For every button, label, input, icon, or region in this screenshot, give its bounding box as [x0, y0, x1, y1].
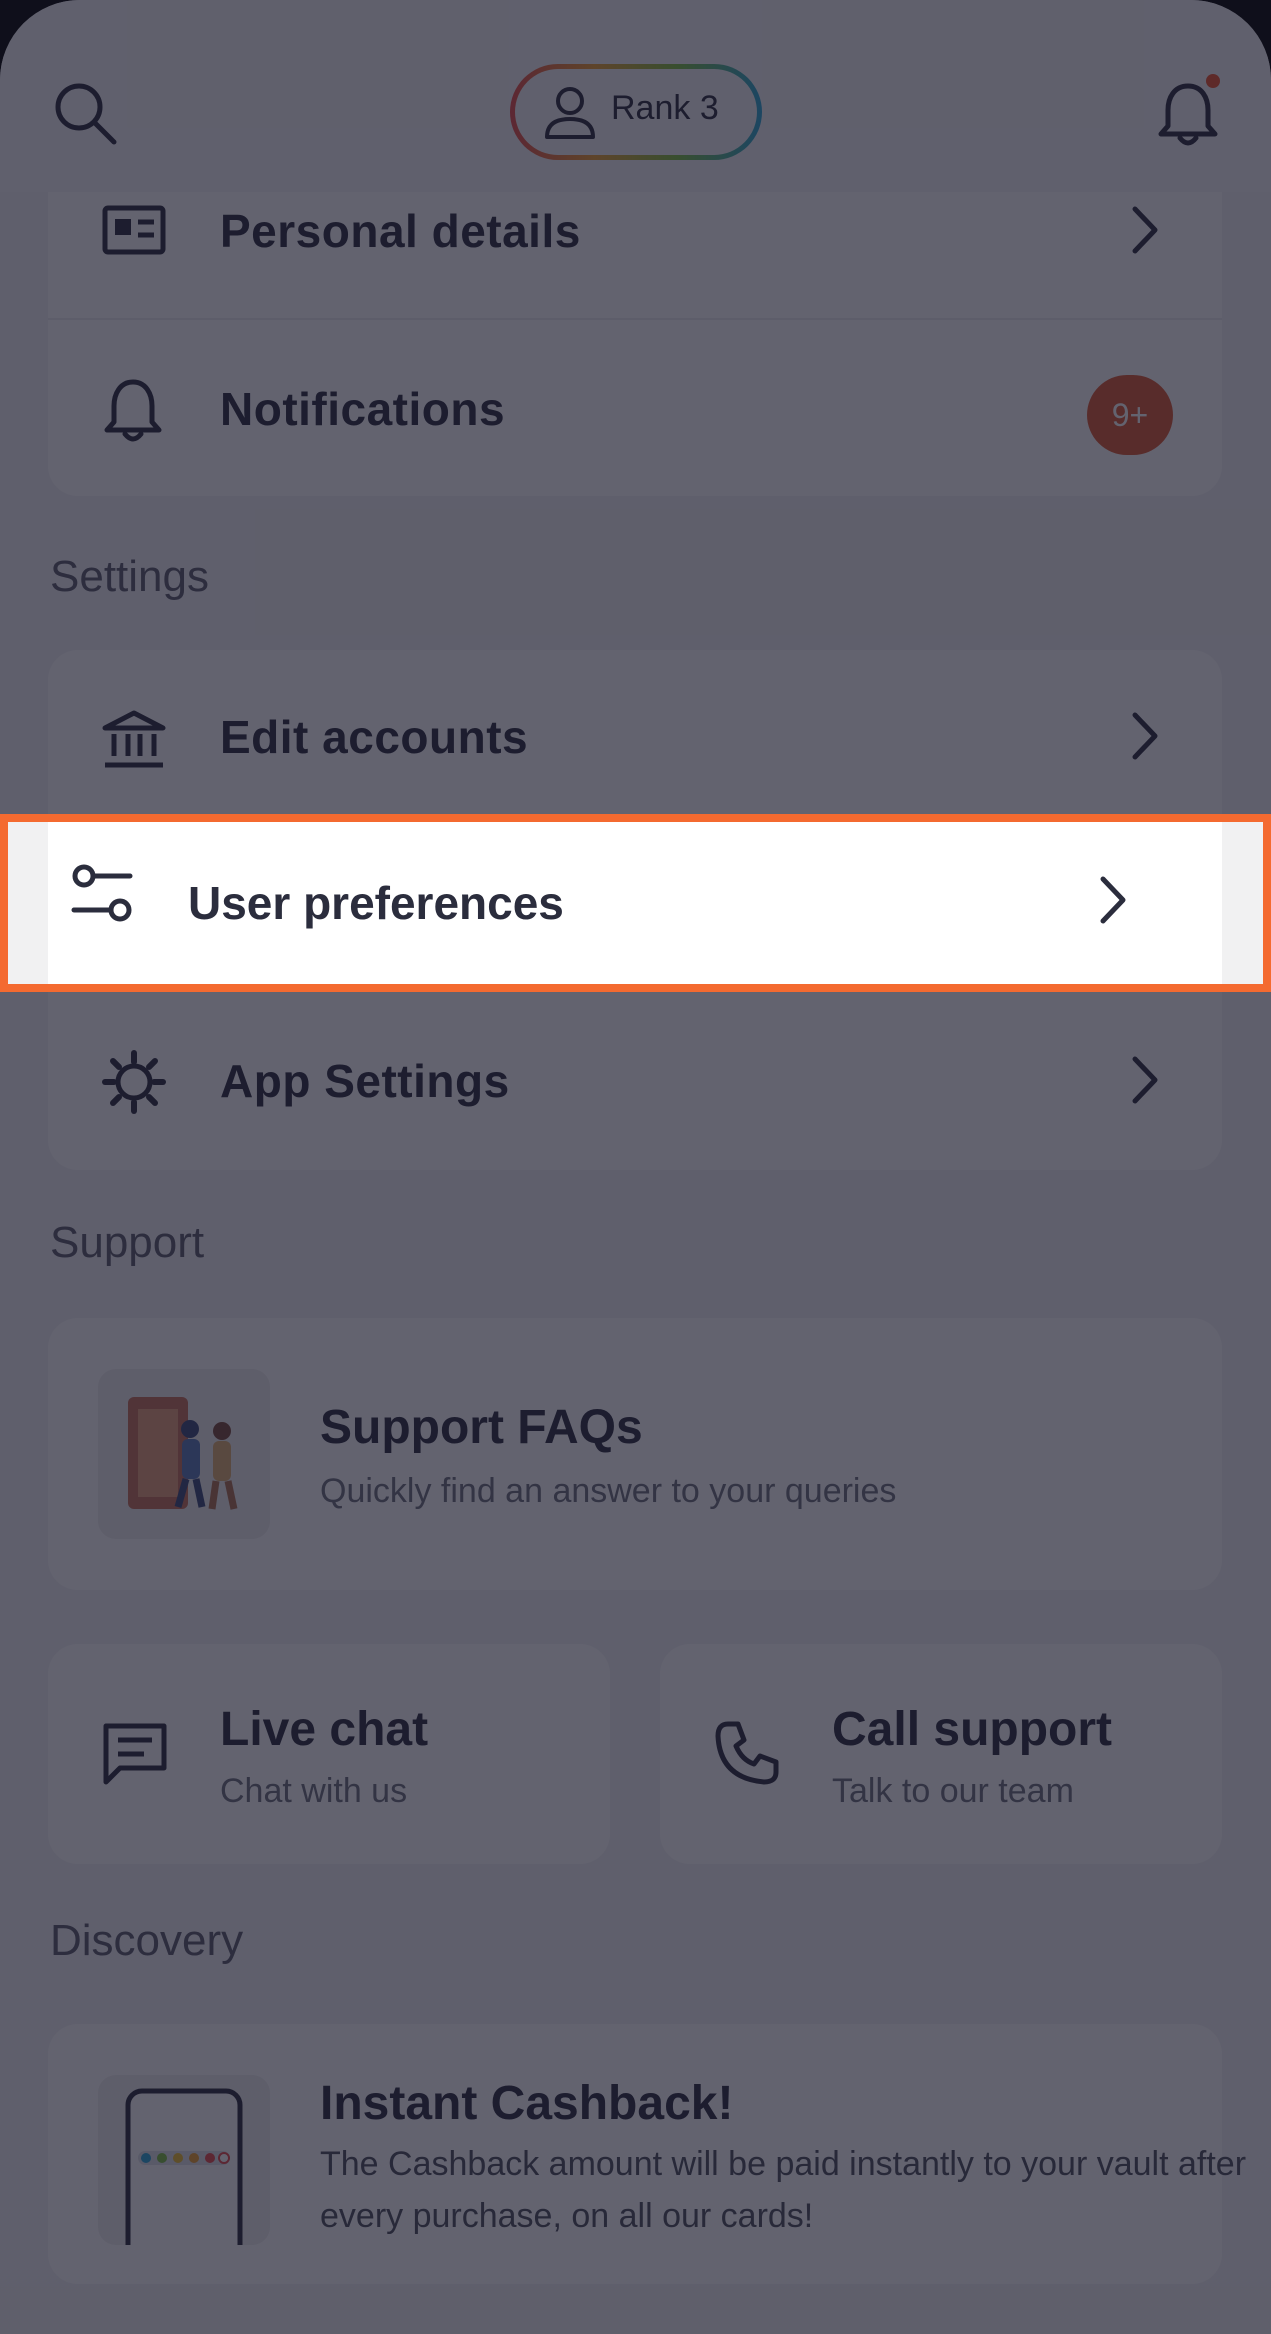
- chat-icon: [102, 1722, 168, 1791]
- chevron-right-icon: [1130, 710, 1160, 767]
- notification-count-badge: 9+: [1087, 375, 1173, 455]
- support-faqs-title: Support FAQs: [320, 1401, 643, 1454]
- discovery-section-title: Discovery: [50, 1916, 244, 1965]
- notifications-row[interactable]: Notifications: [48, 340, 1222, 480]
- call-support-title: Call support: [832, 1703, 1113, 1756]
- chevron-right-icon: [1130, 204, 1160, 261]
- personal-details-label: Personal details: [220, 205, 581, 257]
- rank-button[interactable]: Rank 3: [510, 64, 762, 160]
- instant-cashback-title: Instant Cashback!: [320, 2077, 734, 2130]
- unread-dot: [1206, 74, 1220, 88]
- chevron-right-icon: [1130, 1054, 1160, 1111]
- notifications-label: Notifications: [220, 383, 506, 435]
- rank-label: Rank 3: [611, 89, 719, 127]
- support-section-title: Support: [50, 1218, 205, 1267]
- instant-cashback-description: The Cashback amount will be paid instant…: [320, 2145, 1247, 2235]
- top-bar: Rank 3: [0, 0, 1271, 192]
- cashback-illustration: [98, 2075, 270, 2245]
- edit-accounts-row[interactable]: Edit accounts: [48, 668, 1222, 808]
- app-screen: Rank 3 Personal details Notifications 9+…: [0, 0, 1271, 2334]
- chevron-right-icon: [1098, 874, 1128, 931]
- user-preferences-row[interactable]: User preferences: [0, 814, 1271, 992]
- phone-icon: [714, 1720, 780, 1791]
- app-settings-label: App Settings: [220, 1055, 510, 1107]
- bell-icon[interactable]: [1156, 80, 1220, 153]
- bank-icon: [102, 710, 166, 775]
- gear-icon: [102, 1050, 166, 1119]
- divider: [48, 318, 1222, 320]
- live-chat-subtitle: Chat with us: [220, 1772, 408, 1810]
- id-card-icon: [102, 205, 166, 260]
- bell-icon: [102, 376, 164, 449]
- call-support-subtitle: Talk to our team: [832, 1772, 1074, 1810]
- live-chat-title: Live chat: [220, 1703, 429, 1756]
- sliders-icon: [70, 862, 134, 931]
- app-settings-row[interactable]: App Settings: [48, 1012, 1222, 1152]
- support-faqs-subtitle: Quickly find an answer to your queries: [320, 1472, 897, 1510]
- settings-section-title: Settings: [50, 552, 209, 601]
- search-icon[interactable]: [52, 80, 118, 151]
- user-icon: [543, 85, 597, 146]
- user-preferences-label: User preferences: [188, 877, 564, 929]
- support-illustration: [98, 1369, 270, 1539]
- edit-accounts-label: Edit accounts: [220, 711, 529, 763]
